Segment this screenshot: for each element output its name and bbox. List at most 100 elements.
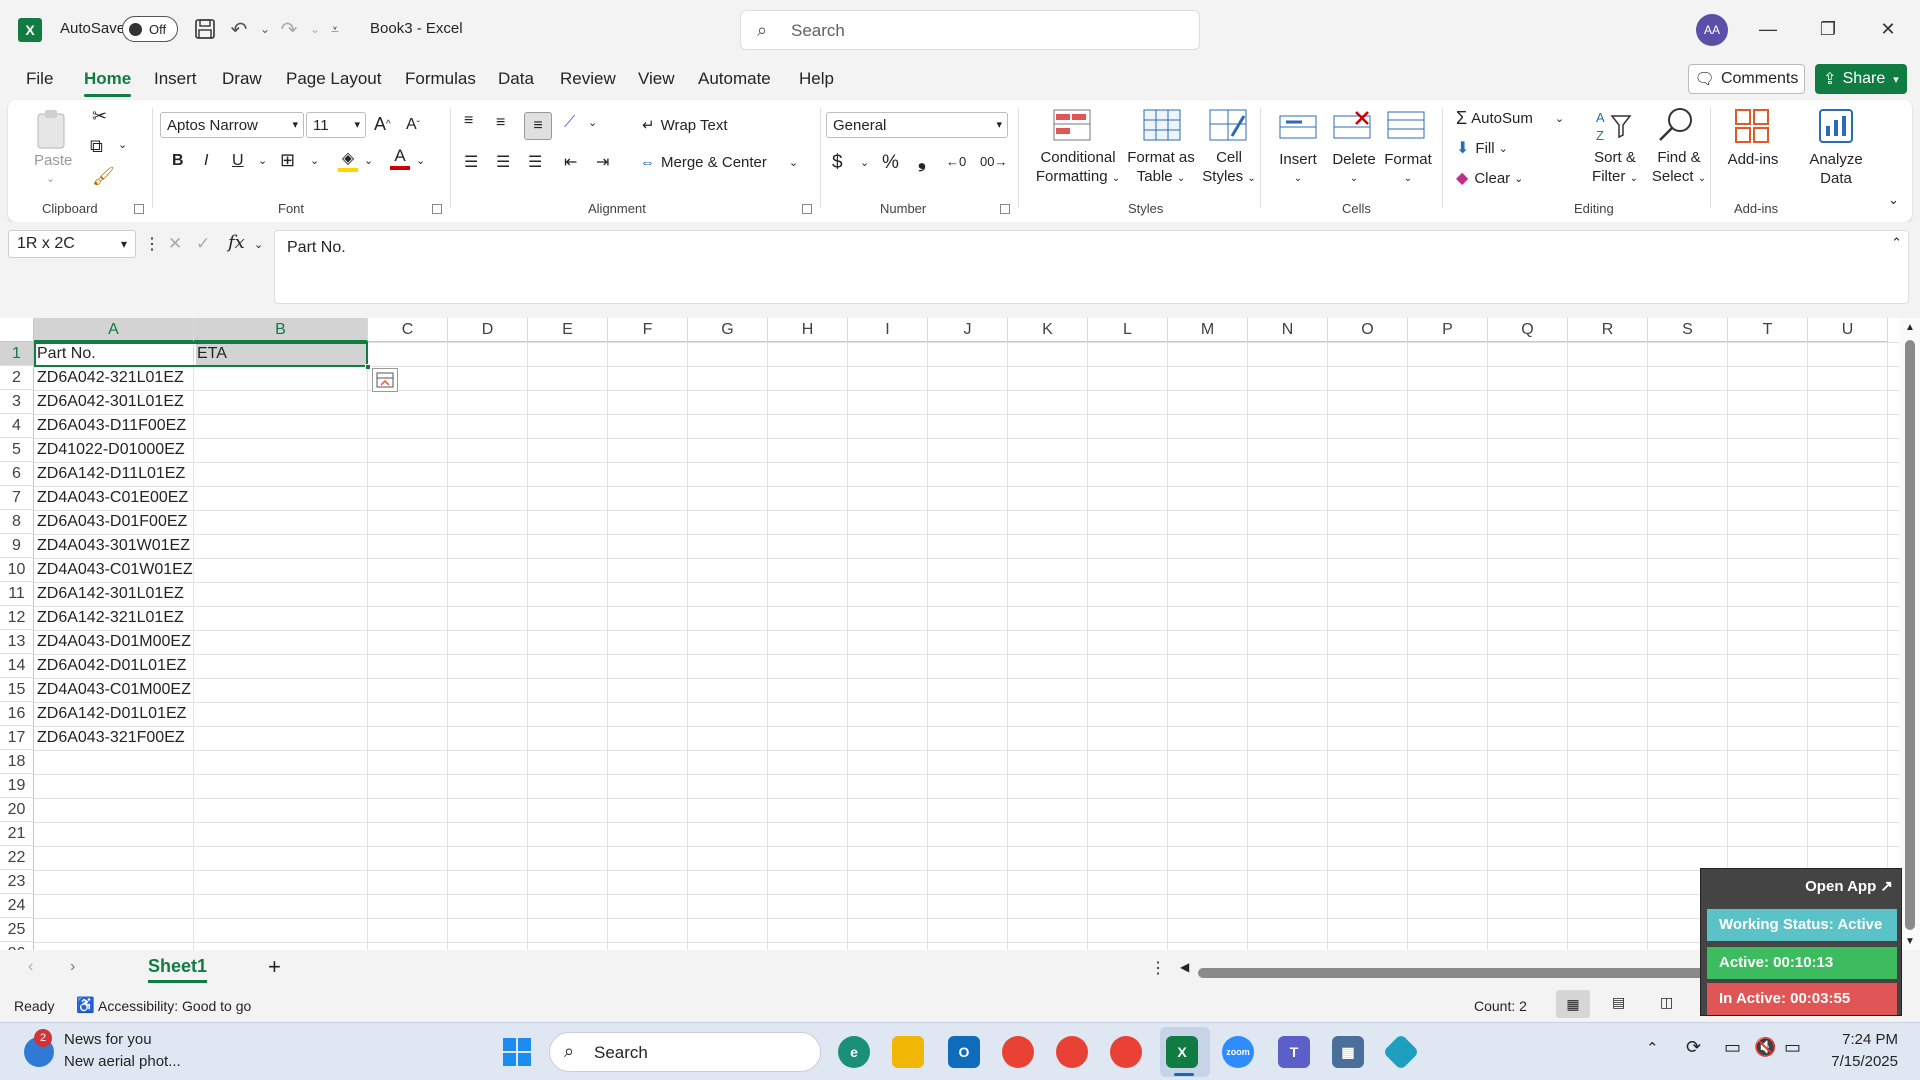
format-button[interactable]: Format ⌄ (1380, 150, 1436, 188)
increase-decimal-icon[interactable]: ←0 (946, 154, 966, 169)
cell-a5[interactable]: ZD41022-D01000EZ (34, 438, 185, 462)
cell-a1[interactable]: Part No. (34, 342, 96, 366)
volume-muted-icon[interactable]: 🔇 (1754, 1037, 1776, 1058)
row-header-13[interactable]: 13 (0, 630, 34, 654)
select-all-corner[interactable] (0, 318, 34, 342)
chrome-profile-2-icon[interactable] (1110, 1036, 1142, 1068)
fill-color-dropdown-icon[interactable]: ⌄ (364, 154, 373, 167)
column-header-t[interactable]: T (1728, 318, 1808, 342)
name-box[interactable]: 1R x 2C ▾ (8, 230, 136, 258)
clock[interactable]: 7:24 PM 7/15/2025 (1831, 1029, 1898, 1073)
borders-icon[interactable]: ⊞ (280, 150, 295, 171)
paste-dropdown-icon[interactable]: ⌄ (46, 172, 55, 185)
column-header-r[interactable]: R (1568, 318, 1648, 342)
cell-styles-button[interactable]: Cell Styles ⌄ (1194, 148, 1264, 188)
comma-icon[interactable]: ❟ (918, 150, 926, 173)
column-header-h[interactable]: H (768, 318, 848, 342)
column-header-c[interactable]: C (368, 318, 448, 342)
restore-icon[interactable]: ❐ (1808, 14, 1848, 44)
next-sheet-icon[interactable]: › (70, 958, 75, 976)
column-header-e[interactable]: E (528, 318, 608, 342)
italic-icon[interactable]: I (204, 152, 208, 170)
tab-automate[interactable]: Automate (698, 69, 771, 89)
page-layout-view-icon[interactable]: ▤ (1612, 994, 1625, 1011)
column-header-g[interactable]: G (688, 318, 768, 342)
news-title[interactable]: News for you (64, 1031, 152, 1048)
font-name-select[interactable]: Aptos Narrow ▾ (160, 112, 304, 138)
column-header-l[interactable]: L (1088, 318, 1168, 342)
excel-taskbar-icon[interactable]: X (1166, 1036, 1198, 1068)
row-header-19[interactable]: 19 (0, 774, 34, 798)
cell-a8[interactable]: ZD6A043-D01F00EZ (34, 510, 187, 534)
cut-icon[interactable]: ✂ (92, 106, 107, 127)
row-header-17[interactable]: 17 (0, 726, 34, 750)
row-header-15[interactable]: 15 (0, 678, 34, 702)
add-ins-button[interactable]: Add-ins (1722, 150, 1784, 169)
row-header-1[interactable]: 1 (0, 342, 34, 366)
cell-a12[interactable]: ZD6A142-321L01EZ (34, 606, 184, 630)
row-header-10[interactable]: 10 (0, 558, 34, 582)
cell-b1[interactable]: ETA (194, 342, 227, 366)
font-size-select[interactable]: 11 ▾ (306, 112, 366, 138)
format-cells-icon[interactable] (1386, 108, 1426, 148)
row-header-6[interactable]: 6 (0, 462, 34, 486)
search-box[interactable]: ⌕ Search (740, 10, 1200, 50)
undo-dropdown-icon[interactable]: ⌄ (252, 16, 278, 42)
decrease-font-icon[interactable]: Aˇ (406, 116, 420, 134)
redo-icon[interactable]: ↷ (276, 16, 302, 42)
share-button[interactable]: ⇪ Share ▾ (1815, 64, 1907, 94)
row-header-8[interactable]: 8 (0, 510, 34, 534)
normal-view-icon[interactable]: ▦ (1556, 990, 1590, 1018)
decrease-indent-icon[interactable]: ⇤ (564, 152, 577, 172)
find-select-button[interactable]: Find & Select ⌄ (1648, 148, 1710, 188)
cell-a7[interactable]: ZD4A043-C01E00EZ (34, 486, 188, 510)
copy-icon[interactable]: ⧉ (90, 136, 103, 157)
sort-filter-icon[interactable]: AZ (1594, 108, 1634, 148)
align-middle-icon[interactable]: ≡ (496, 114, 505, 132)
percent-icon[interactable]: % (882, 152, 899, 174)
spreadsheet-grid[interactable]: ABCDEFGHIJKLMNOPQRSTU 1 2 3 4 5 6 7 8 9 10 11 12 13 1… (0, 318, 1920, 950)
decrease-decimal-icon[interactable]: 00→ (980, 154, 1007, 169)
currency-dropdown-icon[interactable]: ⌄ (860, 156, 869, 169)
battery-icon[interactable]: ▭ (1784, 1037, 1801, 1058)
delete-cells-icon[interactable] (1332, 108, 1372, 148)
add-ins-icon[interactable] (1732, 106, 1772, 146)
save-icon[interactable] (192, 16, 218, 42)
cell-a17[interactable]: ZD6A043-321F00EZ (34, 726, 185, 750)
orientation-icon[interactable]: ⟋ (564, 114, 575, 132)
insert-cells-icon[interactable] (1278, 108, 1318, 148)
column-header-p[interactable]: P (1408, 318, 1488, 342)
tab-insert[interactable]: Insert (154, 69, 197, 89)
underline-icon[interactable]: U (232, 152, 244, 170)
more-options-icon[interactable]: ⋮ (1150, 958, 1166, 978)
alignment-launcher-icon[interactable] (802, 204, 812, 214)
cell-a4[interactable]: ZD6A043-D11F00EZ (34, 414, 186, 438)
conditional-formatting-icon[interactable] (1052, 108, 1092, 148)
format-as-table-icon[interactable] (1142, 108, 1182, 148)
row-header-23[interactable]: 23 (0, 870, 34, 894)
chevron-up-icon[interactable]: ⌃ (1646, 1039, 1659, 1057)
cell-a14[interactable]: ZD6A042-D01L01EZ (34, 654, 186, 678)
row-header-11[interactable]: 11 (0, 582, 34, 606)
column-header-o[interactable]: O (1328, 318, 1408, 342)
cell-a16[interactable]: ZD6A142-D01L01EZ (34, 702, 186, 726)
number-launcher-icon[interactable] (1000, 204, 1010, 214)
column-header-n[interactable]: N (1248, 318, 1328, 342)
align-center-icon[interactable]: ☰ (496, 152, 510, 172)
column-header-f[interactable]: F (608, 318, 688, 342)
taskbar-search[interactable]: ⌕ Search (549, 1032, 821, 1072)
cell-a13[interactable]: ZD4A043-D01M00EZ (34, 630, 191, 654)
autosave-toggle[interactable]: Off (122, 16, 178, 42)
row-header-7[interactable]: 7 (0, 486, 34, 510)
find-select-icon[interactable] (1656, 106, 1696, 146)
tab-help[interactable]: Help (799, 69, 834, 89)
format-as-table-button[interactable]: Format as Table ⌄ (1118, 148, 1204, 188)
display-icon[interactable]: ▭ (1724, 1037, 1741, 1058)
autosum-button[interactable]: Σ AutoSum ⌄ (1456, 108, 1564, 129)
row-header-5[interactable]: 5 (0, 438, 34, 462)
row-header-12[interactable]: 12 (0, 606, 34, 630)
fill-handle[interactable] (365, 364, 371, 370)
customize-qat-icon[interactable]: ⩡ (322, 16, 348, 42)
zoom-icon[interactable]: zoom (1222, 1036, 1254, 1068)
page-break-view-icon[interactable]: ◫ (1660, 994, 1673, 1011)
